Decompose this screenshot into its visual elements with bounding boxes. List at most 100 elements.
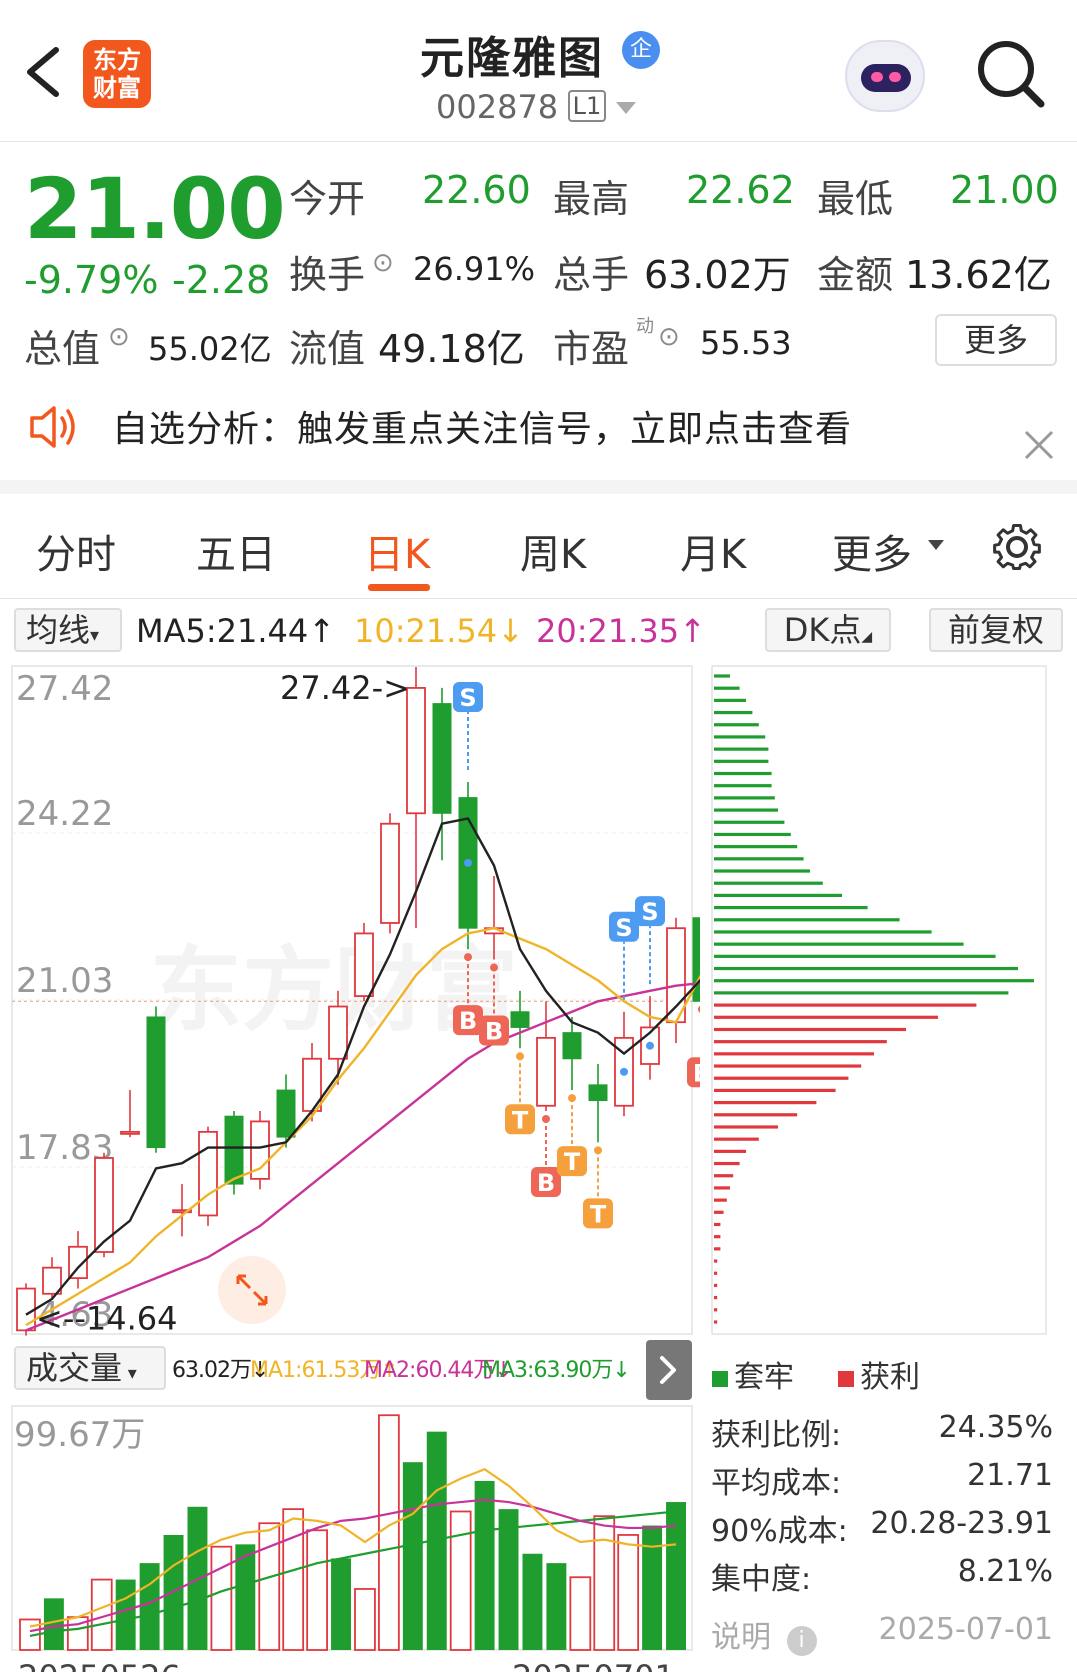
divider bbox=[0, 598, 1077, 599]
more-button[interactable]: 更多 bbox=[935, 314, 1057, 366]
cost-bar bbox=[714, 710, 753, 715]
signal-letter: B bbox=[537, 1169, 555, 1197]
info-dots-icon[interactable]: ⊙ bbox=[108, 322, 130, 352]
dropdown-icon[interactable] bbox=[926, 538, 946, 552]
mktcap-label: 总值 bbox=[24, 327, 101, 371]
cost-distribution-chart bbox=[711, 665, 1047, 1335]
cost-bar bbox=[714, 942, 964, 946]
cost-bar bbox=[714, 674, 730, 678]
volume-selector[interactable]: 成交量 ▾ bbox=[14, 1346, 166, 1390]
cost-bar bbox=[714, 893, 842, 897]
tab-more[interactable]: 更多 bbox=[832, 522, 912, 580]
signal-marker-T: T bbox=[583, 1146, 613, 1229]
high-label: 最高 bbox=[553, 177, 630, 221]
signal-letter: T bbox=[564, 1148, 581, 1176]
dk-point-button[interactable]: DK点◢ bbox=[765, 608, 891, 652]
cost-bar bbox=[714, 1113, 798, 1117]
dropdown-icon[interactable] bbox=[614, 100, 638, 116]
cost-bar bbox=[714, 954, 996, 958]
note-row[interactable]: 说明 i 2025-07-01 bbox=[711, 1612, 1053, 1656]
signal-letter: T bbox=[512, 1106, 529, 1134]
candle-body bbox=[276, 1089, 296, 1138]
cost-bar bbox=[714, 918, 900, 922]
alert-banner[interactable]: 自选分析：触发重点关注信号，立即点击查看 bbox=[0, 388, 1077, 494]
tab-monthly-k[interactable]: 月K bbox=[680, 522, 746, 580]
candle-body bbox=[198, 1130, 218, 1217]
ma-selector[interactable]: 均线▾ bbox=[14, 608, 122, 652]
volume-bar bbox=[331, 1558, 351, 1650]
pe-dynamic-mark: 动 bbox=[636, 316, 654, 337]
candle bbox=[198, 1126, 218, 1226]
cost-bar bbox=[714, 930, 932, 934]
alert-text[interactable]: 自选分析：触发重点关注信号，立即点击查看 bbox=[112, 400, 852, 452]
volume-bar bbox=[306, 1529, 328, 1651]
stock-code[interactable]: 002878 bbox=[436, 88, 558, 126]
candle bbox=[146, 1006, 166, 1153]
amount-label: 金额 bbox=[817, 253, 894, 297]
kline-chart[interactable]: 27.4224.2221.0317.8314.63东方财富27.42-><--1… bbox=[0, 662, 700, 1338]
volume-bar bbox=[522, 1553, 543, 1650]
signal-letter: S bbox=[641, 898, 658, 926]
cost-bar bbox=[714, 1101, 817, 1105]
signal-marker-B: B bbox=[687, 1005, 700, 1087]
y-tick-label: 21.03 bbox=[16, 961, 113, 1001]
active-tab-indicator bbox=[368, 584, 430, 591]
candle bbox=[380, 813, 400, 934]
header: 东方 财富 元隆雅图 企 002878 L1 bbox=[0, 0, 1077, 142]
signal-letter: T bbox=[590, 1200, 607, 1228]
volume-chart[interactable]: 99.67万 20250526 20250701 bbox=[0, 1402, 700, 1672]
cost-bar bbox=[714, 1308, 718, 1312]
cost-bar bbox=[714, 881, 823, 885]
max-price-label: 27.42-> bbox=[280, 669, 410, 707]
volume-value: 63.02万 bbox=[644, 253, 791, 297]
fullscreen-bg bbox=[218, 1256, 286, 1324]
cost-bar bbox=[714, 759, 769, 763]
settings-gear-icon[interactable] bbox=[990, 520, 1044, 574]
cost-bar bbox=[714, 966, 1018, 971]
min-price-label: <--14.64 bbox=[36, 1300, 178, 1338]
expand-arrow-icon[interactable] bbox=[646, 1340, 692, 1400]
assistant-robot-icon[interactable] bbox=[845, 40, 925, 112]
cost-bar bbox=[714, 784, 772, 788]
signal-letter: B bbox=[485, 1018, 503, 1046]
cost-bar bbox=[714, 991, 1009, 995]
volume-bar bbox=[449, 1510, 472, 1651]
cost-bar bbox=[714, 1271, 718, 1275]
tab-daily-k[interactable]: 日K bbox=[364, 522, 430, 580]
info-dots-icon[interactable]: ⊙ bbox=[372, 248, 394, 278]
cost-90-row: 90%成本: 20.28-23.91 bbox=[711, 1506, 1053, 1549]
volume-bar bbox=[378, 1414, 400, 1651]
level-badge: L1 bbox=[568, 90, 606, 122]
cost-bar bbox=[714, 1174, 734, 1178]
cost-bar bbox=[714, 1088, 836, 1093]
fullscreen-icon[interactable] bbox=[218, 1256, 286, 1324]
volume-bar bbox=[498, 1509, 519, 1650]
volume-bar bbox=[139, 1563, 160, 1650]
avg-cost-row: 平均成本: 21.71 bbox=[711, 1458, 1053, 1501]
volume-bar bbox=[617, 1534, 640, 1651]
signal-dot bbox=[620, 1067, 628, 1076]
cost-bar bbox=[714, 796, 775, 800]
legend-profit: 获利 bbox=[838, 1352, 920, 1396]
cost-bar bbox=[714, 1015, 938, 1019]
cost-bar bbox=[714, 1198, 727, 1202]
tab-intraday[interactable]: 分时 bbox=[36, 522, 116, 580]
info-dots-icon[interactable]: ⊙ bbox=[658, 322, 680, 352]
tab-weekly-k[interactable]: 周K bbox=[520, 522, 586, 580]
volume-bar bbox=[354, 1588, 376, 1651]
tab-five-day[interactable]: 五日 bbox=[196, 522, 276, 580]
volume-bar bbox=[642, 1525, 663, 1650]
back-icon[interactable] bbox=[22, 44, 62, 100]
volume-bar bbox=[282, 1508, 305, 1651]
y-tick-label: 24.22 bbox=[16, 794, 113, 834]
candle bbox=[614, 1011, 634, 1117]
search-icon[interactable] bbox=[975, 38, 1047, 110]
close-icon[interactable] bbox=[1022, 428, 1056, 462]
signal-dot bbox=[698, 1005, 700, 1013]
stock-name[interactable]: 元隆雅图 bbox=[420, 22, 604, 86]
adjustment-button[interactable]: 前复权 bbox=[929, 608, 1063, 652]
cost-bar bbox=[714, 1320, 718, 1324]
candle-body bbox=[146, 1016, 166, 1149]
high-value: 22.62 bbox=[686, 168, 795, 212]
legend-trapped: 套牢 bbox=[712, 1352, 794, 1396]
